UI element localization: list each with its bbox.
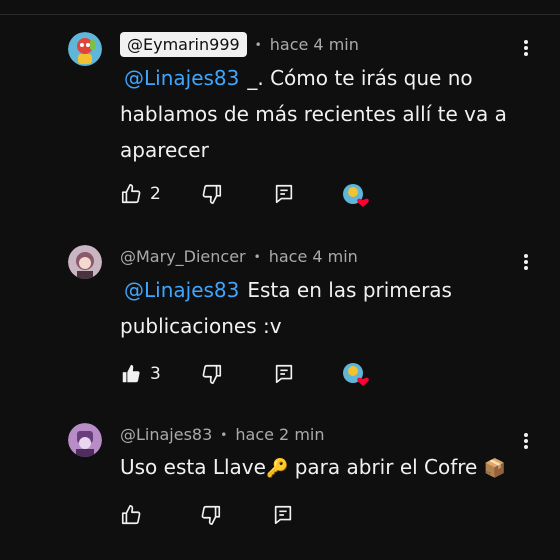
comment-actions (120, 504, 294, 526)
reply-button[interactable] (272, 504, 294, 526)
top-divider (0, 14, 560, 15)
author-name[interactable]: @Eymarin999 (120, 32, 247, 57)
more-vert-icon[interactable] (516, 38, 536, 58)
package-emoji: 📦 (483, 458, 507, 479)
mention-link[interactable]: @Linajes83 (124, 278, 239, 302)
thumb-up-icon (120, 504, 142, 526)
creator-heart-icon (342, 362, 369, 386)
comment-body-text: Uso esta Llave (120, 455, 266, 479)
dislike-button[interactable] (201, 183, 223, 205)
avatar[interactable] (68, 32, 102, 66)
reply-icon (273, 363, 295, 385)
reply-button[interactable] (273, 183, 295, 205)
comment-body-text: para abrir el Cofre (288, 455, 484, 479)
comment-header: @Eymarin999 • hace 4 min (120, 32, 359, 57)
mention-link[interactable]: @Linajes83 (124, 66, 239, 90)
reply-icon (272, 504, 294, 526)
avatar[interactable] (68, 423, 102, 457)
comment-text: Uso esta Llave🔑 para abrir el Cofre 📦 (120, 449, 510, 487)
thumb-down-icon (201, 363, 223, 385)
timestamp[interactable]: hace 2 min (235, 425, 324, 444)
timestamp[interactable]: hace 4 min (269, 247, 358, 266)
comment-text: @Linajes83 Esta en las primeras publicaci… (120, 272, 510, 344)
timestamp[interactable]: hace 4 min (270, 35, 359, 54)
like-button[interactable]: 2 (120, 183, 161, 205)
dislike-button[interactable] (200, 504, 222, 526)
more-vert-icon[interactable] (516, 252, 536, 272)
author-name[interactable]: @Linajes83 (120, 425, 212, 444)
comment-actions: 2 (120, 183, 295, 205)
separator-dot: • (254, 37, 262, 52)
thumb-down-icon (200, 504, 222, 526)
like-count: 2 (150, 184, 161, 204)
separator-dot: • (253, 249, 261, 264)
creator-heart-icon (342, 183, 369, 207)
thumb-up-icon (120, 183, 142, 205)
comment-header: @Linajes83 • hace 2 min (120, 425, 324, 444)
comment-actions: 3 (120, 363, 295, 385)
separator-dot: • (220, 427, 228, 442)
dislike-button[interactable] (201, 363, 223, 385)
more-vert-icon[interactable] (516, 431, 536, 451)
reply-button[interactable] (273, 363, 295, 385)
key-emoji: 🔑 (265, 458, 289, 479)
like-button[interactable]: 3 (120, 363, 161, 385)
comment-header: @Mary_Diencer • hace 4 min (120, 247, 358, 266)
thumb-down-icon (201, 183, 223, 205)
author-name[interactable]: @Mary_Diencer (120, 247, 246, 266)
avatar[interactable] (68, 245, 102, 279)
comment-text: @Linajes83 _. Cómo te irás que no hablamo… (120, 60, 510, 168)
like-button[interactable] (120, 504, 142, 526)
reply-icon (273, 183, 295, 205)
like-count: 3 (150, 364, 161, 384)
thumb-up-filled-icon (120, 363, 142, 385)
